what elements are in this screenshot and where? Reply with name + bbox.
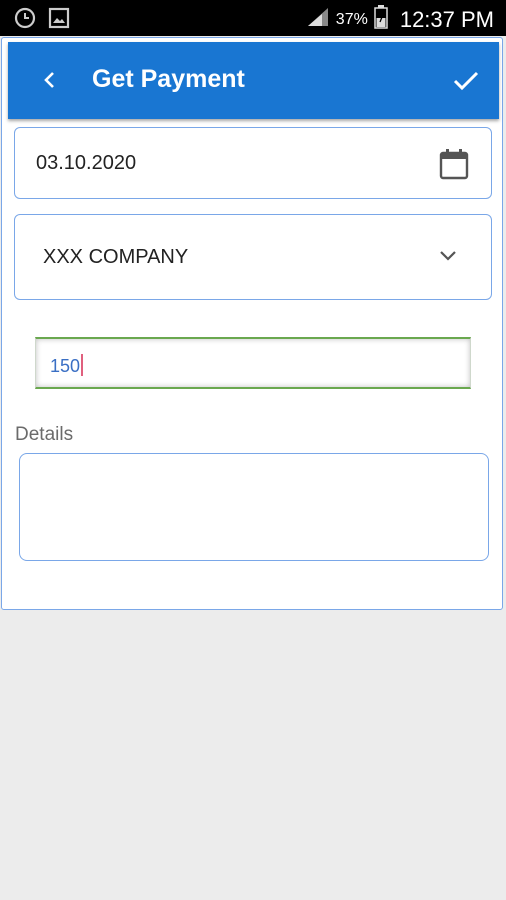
status-time: 12:37 PM xyxy=(399,6,494,32)
details-textarea[interactable] xyxy=(19,453,489,561)
status-bar: 37% 12:37 PM xyxy=(0,0,506,36)
date-value: 03.10.2020 xyxy=(36,152,137,174)
details-label: Details xyxy=(15,424,74,445)
image-icon xyxy=(48,7,70,34)
battery-icon xyxy=(374,5,388,34)
amount-value: 150 xyxy=(50,356,81,376)
signal-icon xyxy=(306,6,330,33)
amount-input[interactable]: 150 xyxy=(35,337,471,389)
company-value: XXX COMPANY xyxy=(43,246,189,268)
battery-percent: 37% xyxy=(335,10,368,28)
chevron-left-icon xyxy=(44,72,54,88)
calendar-icon[interactable] xyxy=(439,148,469,185)
back-button[interactable] xyxy=(34,64,66,96)
date-field[interactable]: 03.10.2020 xyxy=(14,127,492,199)
confirm-button[interactable] xyxy=(449,64,483,98)
check-icon xyxy=(453,71,479,91)
text-caret xyxy=(81,354,84,376)
chevron-down-icon xyxy=(439,249,457,267)
clock-icon xyxy=(14,7,36,34)
company-select[interactable]: XXX COMPANY xyxy=(14,214,492,300)
app-toolbar: Get Payment xyxy=(8,42,499,119)
page-title: Get Payment xyxy=(92,65,245,93)
